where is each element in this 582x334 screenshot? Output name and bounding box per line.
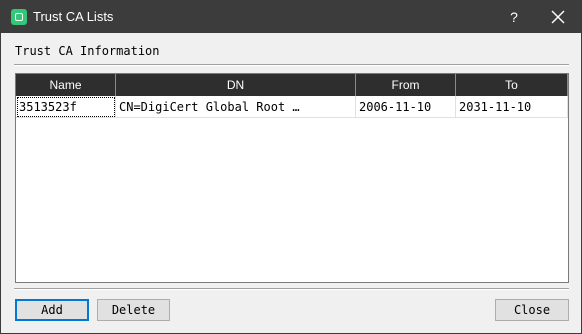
title-bar[interactable]: Trust CA Lists ? bbox=[1, 1, 581, 33]
delete-button[interactable]: Delete bbox=[97, 299, 170, 321]
column-header-dn[interactable]: DN bbox=[116, 74, 356, 96]
close-window-button[interactable] bbox=[541, 1, 575, 33]
bottom-divider bbox=[14, 288, 569, 290]
cell-dn[interactable]: CN=DigiCert Global Root … bbox=[116, 96, 356, 118]
column-header-name[interactable]: Name bbox=[16, 74, 116, 96]
help-button[interactable]: ? bbox=[497, 1, 531, 33]
trust-ca-dialog: Trust CA Lists ? Trust CA Information Na… bbox=[0, 0, 582, 334]
table-row[interactable]: 3513523f CN=DigiCert Global Root … 2006-… bbox=[16, 96, 568, 118]
app-icon bbox=[11, 9, 27, 25]
add-button[interactable]: Add bbox=[15, 299, 89, 321]
close-icon bbox=[551, 10, 565, 24]
cell-from[interactable]: 2006-11-10 bbox=[356, 96, 456, 118]
column-header-from[interactable]: From bbox=[356, 74, 456, 96]
section-label: Trust CA Information bbox=[15, 44, 160, 58]
close-button[interactable]: Close bbox=[495, 299, 569, 321]
window-title: Trust CA Lists bbox=[33, 9, 114, 24]
cell-to[interactable]: 2031-11-10 bbox=[456, 96, 568, 118]
top-divider bbox=[14, 64, 569, 66]
column-header-to[interactable]: To bbox=[456, 74, 568, 96]
table-header: Name DN From To bbox=[16, 74, 568, 96]
cell-name[interactable]: 3513523f bbox=[16, 96, 116, 118]
ca-table[interactable]: Name DN From To 3513523f CN=DigiCert Glo… bbox=[15, 73, 569, 283]
